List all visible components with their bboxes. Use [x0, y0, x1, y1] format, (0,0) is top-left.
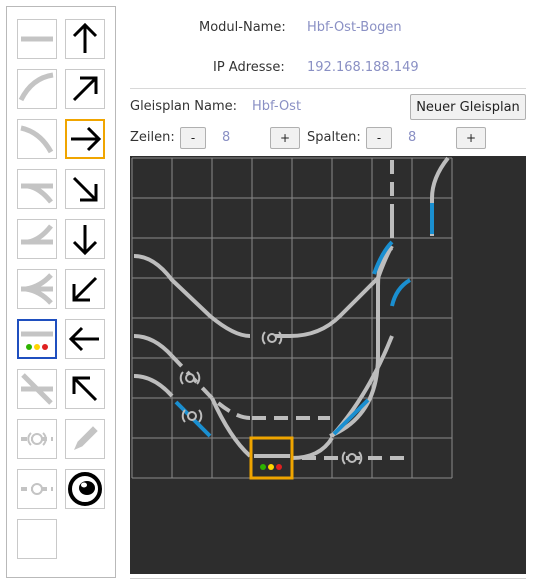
- track-plan-svg[interactable]: [130, 156, 526, 574]
- arrow-down-right-icon: [72, 176, 98, 202]
- arrow-up-icon: [72, 22, 98, 53]
- straight-track-icon: [21, 36, 53, 42]
- uncoupler-tool[interactable]: [17, 469, 57, 509]
- rows-value: 8: [222, 130, 231, 145]
- curve-up-tool[interactable]: [17, 69, 57, 109]
- straight-track-tool[interactable]: [17, 19, 57, 59]
- arrow-right-icon: [71, 126, 102, 152]
- plan-name-label: Gleisplan Name:: [130, 99, 238, 114]
- arrow-left-icon: [68, 326, 99, 352]
- columns-value: 8: [408, 130, 417, 145]
- columns-decrease-button[interactable]: -: [366, 127, 392, 149]
- direction-up-button[interactable]: [65, 19, 105, 59]
- rows-decrease-button[interactable]: -: [180, 127, 206, 149]
- ip-address-label: IP Adresse:: [213, 60, 285, 75]
- sensor-icon: [21, 432, 53, 446]
- curve-down-tool[interactable]: [17, 119, 57, 159]
- columns-increase-button[interactable]: +: [456, 127, 486, 149]
- grid-lines: [131, 157, 453, 479]
- direction-down-button[interactable]: [65, 219, 105, 259]
- track-plan-canvas[interactable]: [130, 156, 526, 574]
- sensor-track-tool[interactable]: [17, 419, 57, 459]
- columns-label: Spalten:: [307, 130, 361, 145]
- uncoupler-icon: [21, 483, 53, 495]
- ip-address-value[interactable]: 192.168.188.149: [307, 60, 419, 75]
- curve-down-icon: [20, 125, 54, 154]
- plan-name-value[interactable]: Hbf-Ost: [252, 99, 301, 114]
- direction-down-left-button[interactable]: [65, 269, 105, 309]
- direction-left-button[interactable]: [65, 319, 105, 359]
- direction-right-button[interactable]: [65, 119, 105, 159]
- new-plan-button[interactable]: Neuer Gleisplan: [410, 94, 526, 120]
- empty-tile-tool[interactable]: [17, 519, 57, 559]
- crossing-icon: [21, 373, 53, 405]
- switch-up-tool[interactable]: [17, 219, 57, 259]
- direction-up-right-button[interactable]: [65, 69, 105, 109]
- module-name-label: Modul-Name:: [199, 20, 286, 35]
- arrow-up-left-icon: [72, 376, 98, 402]
- switch-down-icon: [21, 183, 53, 204]
- module-name-value[interactable]: Hbf-Ost-Bogen: [307, 20, 402, 35]
- tool-palette: [6, 6, 116, 578]
- edit-button[interactable]: [65, 419, 105, 459]
- rows-label: Zeilen:: [130, 130, 175, 145]
- rows-increase-button[interactable]: +: [270, 127, 300, 149]
- signal-track-tool[interactable]: [17, 319, 57, 359]
- arrow-up-right-icon: [72, 76, 98, 102]
- track-layout: [133, 156, 450, 460]
- three-way-switch-tool[interactable]: [17, 269, 57, 309]
- bottom-divider: [130, 578, 526, 579]
- arrow-down-left-icon: [72, 276, 98, 302]
- curve-up-icon: [18, 72, 54, 102]
- view-button[interactable]: [65, 469, 105, 509]
- crossing-tool[interactable]: [17, 369, 57, 409]
- switch-up-icon: [21, 224, 53, 245]
- three-way-switch-icon: [21, 273, 53, 305]
- direction-down-right-button[interactable]: [65, 169, 105, 209]
- pencil-icon: [74, 426, 98, 450]
- switch-down-tool[interactable]: [17, 169, 57, 209]
- eye-icon: [68, 472, 102, 506]
- direction-up-left-button[interactable]: [65, 369, 105, 409]
- divider: [130, 88, 526, 89]
- signal-icon: [21, 331, 53, 350]
- signal-tile[interactable]: [249, 436, 294, 480]
- arrow-down-icon: [72, 225, 98, 256]
